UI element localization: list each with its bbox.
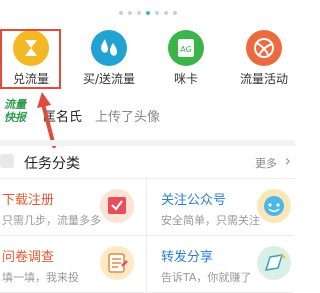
buy-gift-flow-item[interactable]: 买/送流量 — [78, 24, 140, 94]
more-link[interactable]: 更多 — [255, 155, 277, 171]
chevron-right-icon[interactable]: › — [285, 151, 291, 170]
logo-line2: 快报 — [4, 111, 26, 124]
page-dot — [163, 11, 168, 15]
questionnaire-icon — [100, 246, 134, 280]
buy-gift-flow-label: 买/送流量 — [82, 72, 136, 86]
task-download-register[interactable]: 下载注册 只需几步，流量多多 — [0, 179, 146, 236]
task-subtitle: 告诉TA，你就赚了 — [161, 271, 252, 284]
calendar-check-icon — [100, 189, 134, 223]
page-dot — [136, 11, 141, 15]
flow-activity-item[interactable]: 流量活动 — [233, 24, 295, 94]
task-subtitle: 安全简单，只需关注 — [161, 214, 260, 227]
water-drops-icon — [91, 30, 127, 66]
task-grid: 下载注册 只需几步，流量多多 关注公众号 安全简单，只需关注 问卷调查 填一填，… — [0, 179, 295, 293]
page-dot — [154, 11, 159, 15]
task-title: 关注公众号 — [161, 193, 227, 208]
card-icon: AG — [168, 30, 204, 66]
task-title: 问卷调查 — [2, 250, 55, 265]
task-title: 下载注册 — [2, 193, 55, 208]
task-share[interactable]: 转发分享 告诉TA，你就赚了 — [147, 236, 293, 293]
section-title: 任务分类 — [24, 156, 80, 172]
task-category-header: 任务分类 更多 › — [0, 146, 295, 179]
task-questionnaire[interactable]: 问卷调查 填一填，我来投 — [0, 236, 146, 293]
page-indicator — [0, 10, 295, 16]
mika-label: 咪卡 — [173, 72, 198, 86]
mika-item[interactable]: AG 咪卡 — [155, 24, 217, 94]
svg-text:AG: AG — [180, 45, 192, 54]
news-action: 上传了头像 — [95, 110, 161, 125]
task-title: 转发分享 — [161, 250, 214, 265]
page-dot — [172, 11, 177, 15]
share-icon — [257, 246, 291, 280]
page-dot — [118, 11, 123, 15]
check-icon — [0, 154, 14, 168]
ball-icon — [246, 30, 282, 66]
page-dot-active — [145, 11, 150, 15]
task-follow-official-account[interactable]: 关注公众号 安全简单，只需关注 — [147, 179, 293, 236]
page-dot — [127, 11, 132, 15]
logo-line1: 流量 — [4, 98, 26, 111]
task-subtitle: 只需几步，流量多多 — [2, 214, 101, 227]
highlight-box — [0, 29, 61, 89]
chat-bubble-icon — [257, 189, 291, 223]
flow-activity-label: 流量活动 — [239, 72, 288, 86]
task-subtitle: 填一填，我来投 — [2, 271, 79, 284]
